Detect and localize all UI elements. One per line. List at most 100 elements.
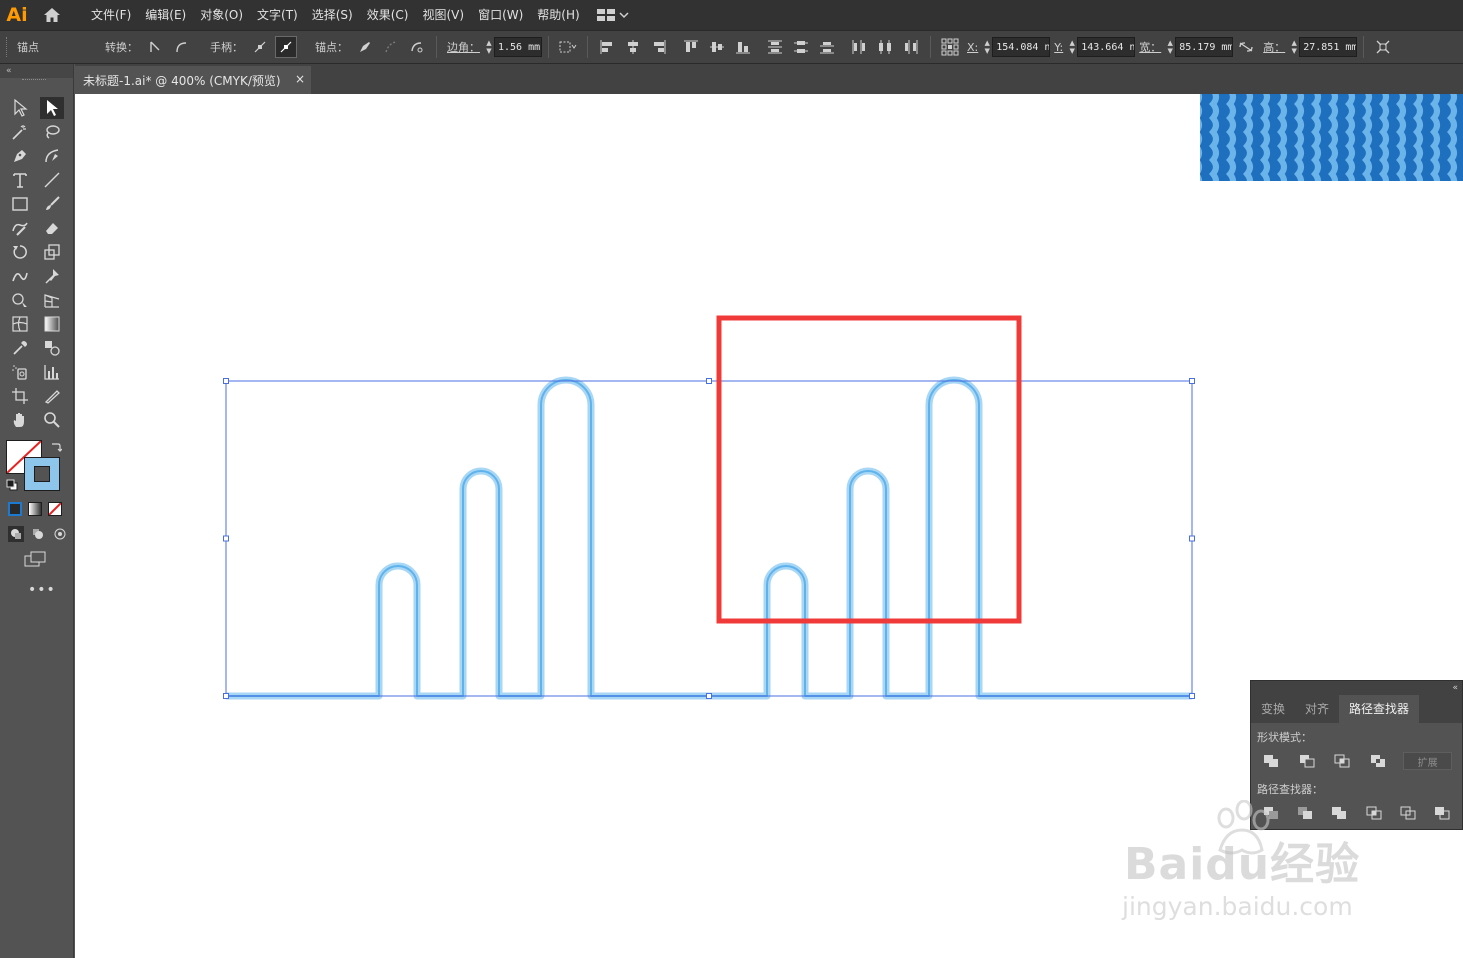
blend-tool-icon[interactable]	[40, 337, 64, 359]
handle-middle-left[interactable]	[223, 535, 229, 542]
menu-file[interactable]: 文件(F)	[84, 0, 138, 30]
y-stepper[interactable]: ▲ ▼	[1067, 37, 1077, 57]
distribute-bottom-icon[interactable]	[816, 36, 838, 58]
column-graph-tool-icon[interactable]	[40, 361, 64, 383]
pen-tool-icon[interactable]	[8, 145, 32, 167]
handle-bottom-right[interactable]	[1189, 693, 1195, 699]
show-handles-icon[interactable]	[249, 36, 271, 58]
direct-selection-tool-icon[interactable]	[40, 97, 64, 119]
convert-to-smooth-icon[interactable]	[170, 36, 192, 58]
y-field[interactable]: 143.664 n	[1077, 37, 1136, 57]
divide-icon[interactable]	[1261, 803, 1280, 823]
stroke-swatch[interactable]	[24, 457, 60, 491]
exclude-icon[interactable]	[1368, 751, 1389, 771]
align-top-icon[interactable]	[680, 36, 702, 58]
distribute-top-icon[interactable]	[764, 36, 786, 58]
align-h-center-icon[interactable]	[622, 36, 644, 58]
rotate-tool-icon[interactable]	[8, 241, 32, 263]
draw-behind-icon[interactable]	[30, 526, 46, 542]
menu-type[interactable]: 文字(T)	[250, 0, 305, 30]
distribute-right-icon[interactable]	[900, 36, 922, 58]
tools-panel-grip[interactable]	[22, 79, 46, 83]
convert-to-corner-icon[interactable]	[144, 36, 166, 58]
minus-front-icon[interactable]	[1297, 751, 1318, 771]
default-fill-stroke-icon[interactable]	[6, 479, 18, 494]
shape-builder-tool-icon[interactable]	[8, 289, 32, 311]
handle-top-center[interactable]	[706, 378, 712, 384]
type-tool-icon[interactable]	[8, 169, 32, 191]
link-proportions-icon[interactable]	[1235, 36, 1257, 58]
outline-icon[interactable]	[1398, 803, 1417, 823]
close-icon[interactable]: ×	[295, 72, 305, 86]
magic-wand-tool-icon[interactable]	[8, 121, 32, 143]
menu-select[interactable]: 选择(S)	[305, 0, 360, 30]
align-bottom-icon[interactable]	[732, 36, 754, 58]
curvature-tool-icon[interactable]	[40, 145, 64, 167]
menu-window[interactable]: 窗口(W)	[471, 0, 530, 30]
draw-normal-icon[interactable]	[8, 526, 24, 542]
distribute-v-center-icon[interactable]	[790, 36, 812, 58]
distribute-h-center-icon[interactable]	[874, 36, 896, 58]
screen-mode-icon[interactable]	[24, 551, 46, 570]
lasso-tool-icon[interactable]	[40, 121, 64, 143]
slice-tool-icon[interactable]	[40, 385, 64, 407]
handle-bottom-left[interactable]	[223, 693, 229, 699]
control-bar-grip[interactable]	[6, 37, 9, 57]
warp-tool-icon[interactable]	[8, 265, 32, 287]
hand-tool-icon[interactable]	[8, 409, 32, 431]
trim-icon[interactable]	[1295, 803, 1314, 823]
tab-transform[interactable]: 变换	[1251, 695, 1295, 723]
panel-collapse-icon[interactable]: «	[1251, 681, 1462, 695]
menu-object[interactable]: 对象(O)	[193, 0, 250, 30]
swap-fill-stroke-icon[interactable]	[50, 441, 63, 456]
corner-stepper[interactable]: ▲ ▼	[484, 37, 494, 57]
unite-icon[interactable]	[1261, 751, 1282, 771]
puppet-warp-tool-icon[interactable]	[40, 265, 64, 287]
handle-middle-right[interactable]	[1189, 535, 1195, 542]
more-tools-icon[interactable]: •••	[28, 582, 56, 598]
artboard-tool-icon[interactable]	[8, 385, 32, 407]
handle-top-left[interactable]	[223, 378, 229, 384]
expand-button[interactable]: 扩展	[1403, 752, 1452, 770]
eraser-tool-icon[interactable]	[40, 217, 64, 239]
line-segment-tool-icon[interactable]	[40, 169, 64, 191]
minus-back-icon[interactable]	[1433, 803, 1452, 823]
width-field[interactable]: 85.179 mm	[1175, 37, 1234, 57]
shaper-tool-icon[interactable]	[8, 217, 32, 239]
selection-tool-icon[interactable]	[8, 97, 32, 119]
width-stepper[interactable]: ▲ ▼	[1165, 37, 1175, 57]
crop-icon[interactable]	[1364, 803, 1383, 823]
cut-path-icon[interactable]	[406, 36, 428, 58]
menu-effect[interactable]: 效果(C)	[360, 0, 416, 30]
none-mode-icon[interactable]	[48, 502, 62, 516]
tab-align[interactable]: 对齐	[1295, 695, 1339, 723]
distribute-left-icon[interactable]	[848, 36, 870, 58]
height-field[interactable]: 27.851 mm	[1299, 37, 1358, 57]
menu-edit[interactable]: 编辑(E)	[138, 0, 193, 30]
mesh-tool-icon[interactable]	[8, 313, 32, 335]
menu-help[interactable]: 帮助(H)	[530, 0, 586, 30]
gradient-mode-icon[interactable]	[28, 502, 42, 516]
tools-panel-collapse[interactable]: «	[0, 64, 73, 78]
eyedropper-tool-icon[interactable]	[8, 337, 32, 359]
height-stepper[interactable]: ▲ ▼	[1289, 37, 1299, 57]
gradient-tool-icon[interactable]	[40, 313, 64, 335]
zoom-tool-icon[interactable]	[40, 409, 64, 431]
tab-pathfinder[interactable]: 路径查找器	[1339, 695, 1420, 723]
align-left-icon[interactable]	[596, 36, 618, 58]
remove-anchor-icon[interactable]	[354, 36, 376, 58]
select-similar-icon[interactable]	[557, 36, 579, 58]
home-icon[interactable]	[34, 0, 70, 30]
document-tab[interactable]: 未标题-1.ai* @ 400% (CMYK/预览) ×	[75, 66, 311, 94]
merge-icon[interactable]	[1330, 803, 1349, 823]
x-field[interactable]: 154.084 n	[992, 37, 1051, 57]
color-mode-icon[interactable]	[8, 502, 22, 516]
hide-handles-icon[interactable]	[275, 36, 297, 58]
connect-anchors-icon[interactable]	[380, 36, 402, 58]
perspective-grid-tool-icon[interactable]	[40, 289, 64, 311]
scale-tool-icon[interactable]	[40, 241, 64, 263]
transform-icon[interactable]	[1372, 36, 1394, 58]
reference-point-icon[interactable]	[939, 36, 961, 58]
handle-bottom-center[interactable]	[706, 693, 712, 699]
intersect-icon[interactable]	[1332, 751, 1353, 771]
